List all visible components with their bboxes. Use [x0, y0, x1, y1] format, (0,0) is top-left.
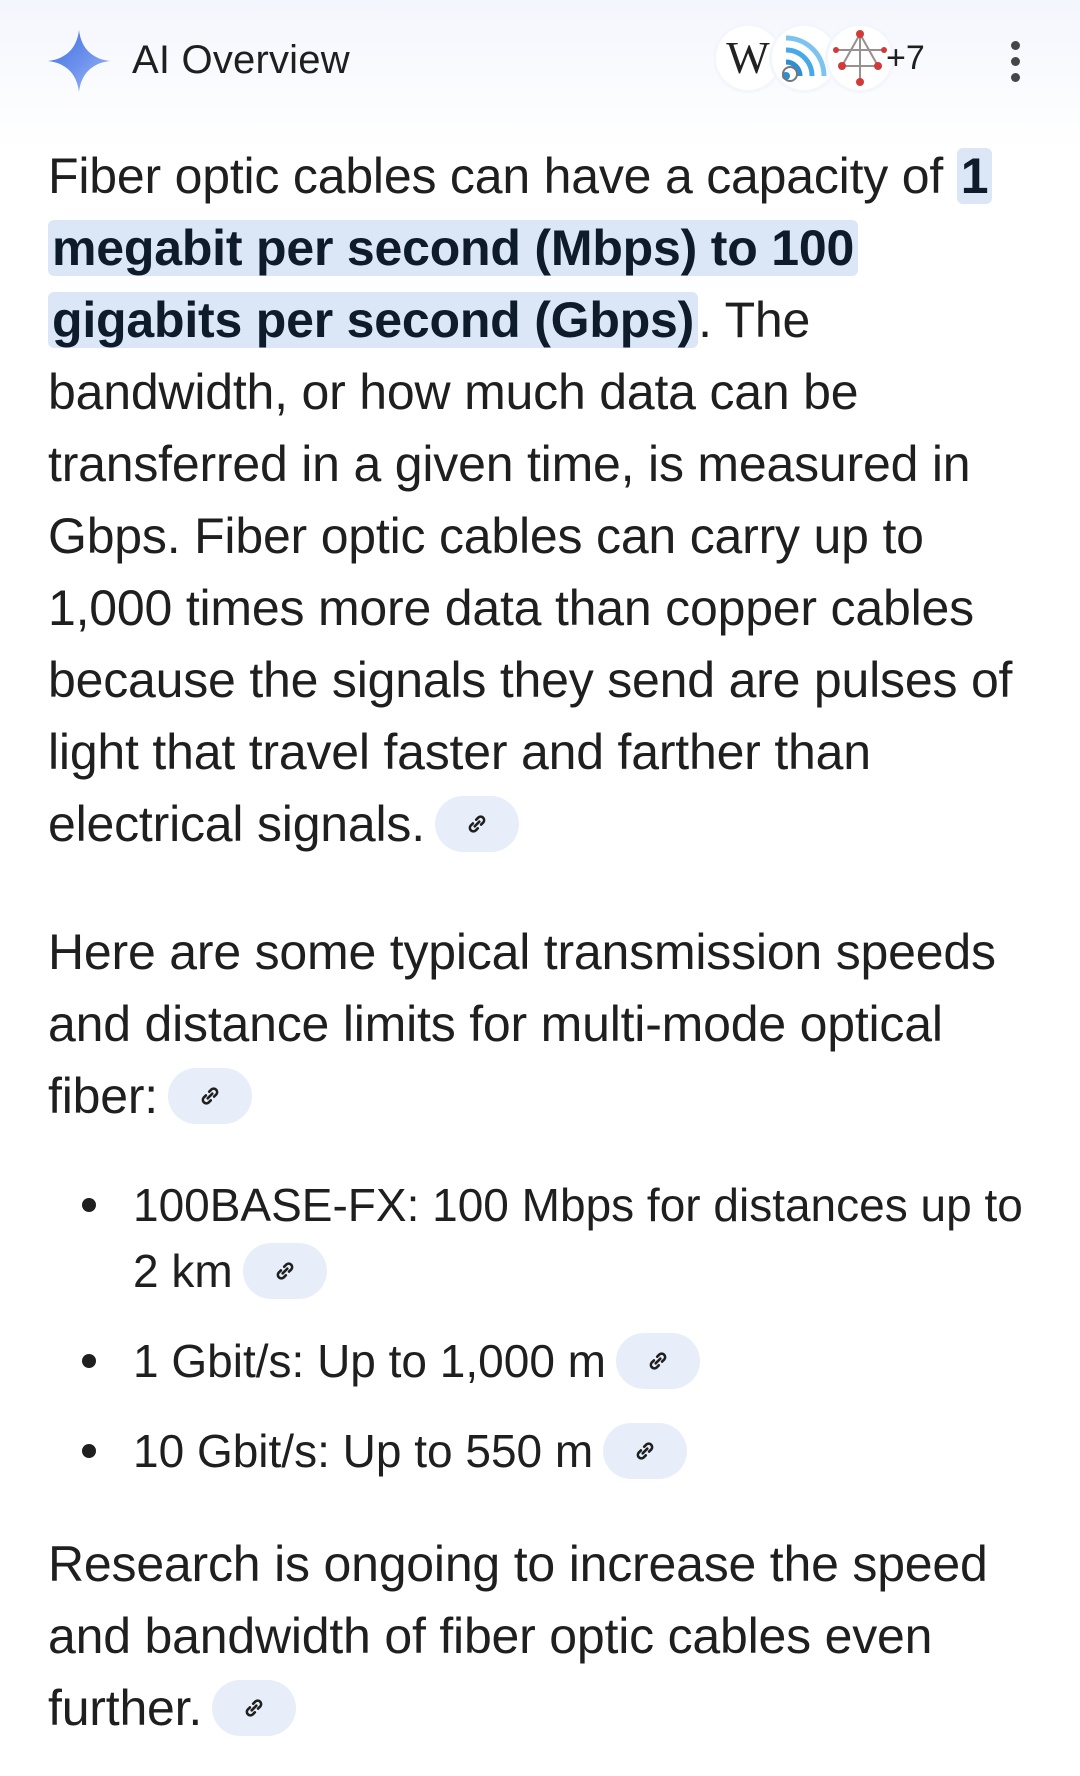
list-item-text: 1 Gbit/s: Up to 1,000 m — [133, 1335, 607, 1387]
list-item: 10 Gbit/s: Up to 550 m — [48, 1418, 1038, 1484]
source-link-button[interactable] — [603, 1422, 688, 1479]
bullet-dot — [82, 1354, 96, 1368]
wikipedia-icon[interactable]: W — [716, 26, 780, 90]
paragraph-text: Research is ongoing to increase the spee… — [48, 1536, 988, 1736]
source-link-button[interactable] — [242, 1242, 327, 1299]
paragraph-capacity: Fiber optic cables can have a capacity o… — [48, 140, 1038, 860]
header-title: AI Overview — [132, 38, 350, 82]
ai-overview-header: AI Overview W +7 — [0, 0, 1080, 118]
paragraph-speeds-intro: Here are some typical transmission speed… — [48, 916, 1038, 1132]
link-icon — [201, 1087, 219, 1105]
more-sources-count[interactable]: +7 — [886, 36, 925, 80]
source-link-button[interactable] — [616, 1332, 701, 1389]
more-options-icon[interactable] — [1000, 38, 1030, 84]
source-icons-group[interactable]: W +7 — [716, 26, 956, 92]
paragraph-research: Research is ongoing to increase the spee… — [48, 1528, 1038, 1744]
list-item-text: 10 Gbit/s: Up to 550 m — [133, 1425, 594, 1477]
link-icon — [649, 1352, 667, 1370]
source-link-button[interactable] — [434, 795, 519, 852]
wifi-signal-icon[interactable] — [772, 26, 836, 90]
bullet-dot — [82, 1444, 96, 1458]
gemini-sparkle-icon — [48, 30, 110, 92]
link-icon — [468, 815, 486, 833]
network-diagram-icon[interactable] — [828, 26, 892, 90]
overview-content: Fiber optic cables can have a capacity o… — [48, 140, 1038, 1744]
link-icon — [276, 1262, 294, 1280]
source-link-button[interactable] — [167, 1067, 252, 1124]
source-link-button[interactable] — [212, 1679, 297, 1736]
speed-list: 100BASE-FX: 100 Mbps for distances up to… — [48, 1172, 1038, 1484]
list-item: 100BASE-FX: 100 Mbps for distances up to… — [48, 1172, 1038, 1304]
ai-overview-panel: AI Overview W +7 Fiber optic cables can … — [0, 0, 1080, 1776]
list-item: 1 Gbit/s: Up to 1,000 m — [48, 1328, 1038, 1394]
link-icon — [636, 1442, 654, 1460]
paragraph-text: . The bandwidth, or how much data can be… — [48, 292, 1013, 852]
bullet-dot — [82, 1198, 96, 1212]
link-icon — [245, 1699, 263, 1717]
paragraph-text: Fiber optic cables can have a capacity o… — [48, 148, 957, 204]
